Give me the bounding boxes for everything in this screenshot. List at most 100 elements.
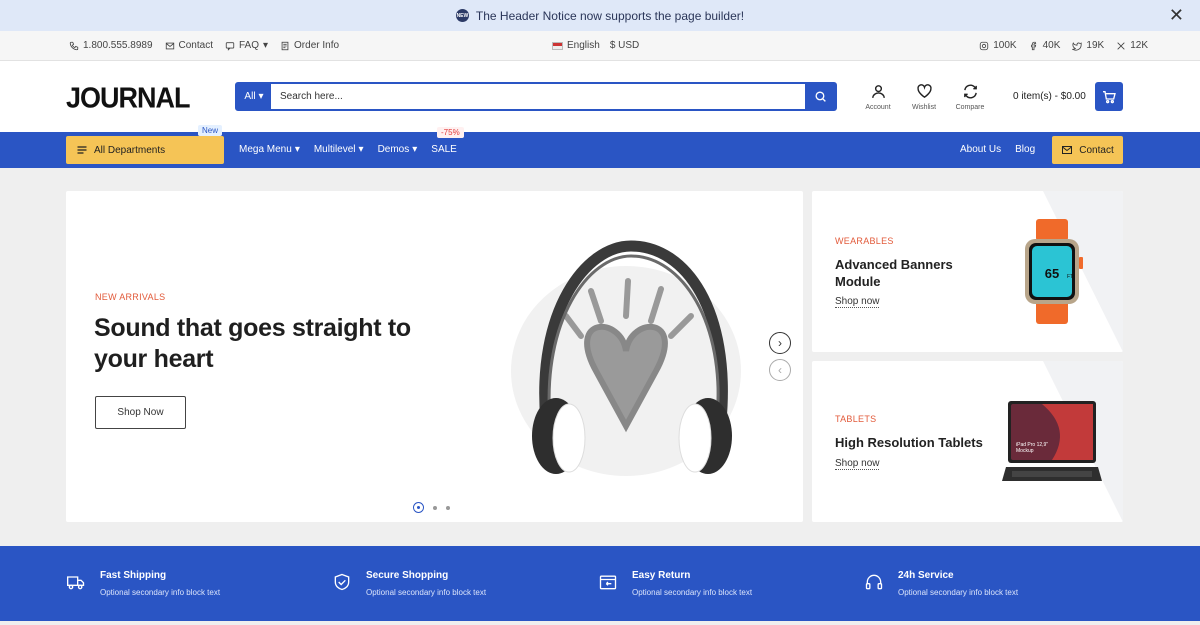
info-block-secure-shopping: Secure Shopping Optional secondary info b… — [332, 570, 486, 597]
hero-headline: Sound that goes straight to your heart — [94, 314, 411, 373]
info-subtitle: Optional secondary info block text — [366, 588, 487, 597]
close-icon[interactable]: ✕ — [1169, 5, 1184, 26]
all-departments-button[interactable]: All Departments — [66, 136, 224, 164]
sale-badge: -75% — [437, 127, 464, 138]
phone-link[interactable]: 1.800.555.8989 — [69, 40, 153, 51]
language-selector[interactable]: English — [552, 40, 600, 51]
header-notice: NEW The Header Notice now supports the p… — [0, 0, 1200, 31]
new-badge-icon: NEW — [455, 9, 469, 22]
account-label: Account — [865, 104, 891, 111]
x-icon — [1117, 41, 1125, 50]
nav-item-demos[interactable]: Demos ▾ — [378, 144, 418, 155]
nav-item-multilevel[interactable]: Multilevel ▾ — [314, 144, 364, 155]
instagram-count: 100K — [993, 40, 1017, 51]
watch-screen-value: 65 — [1045, 266, 1059, 281]
info-title: Easy Return — [632, 570, 691, 581]
search-bar: All ▾ — [235, 82, 837, 111]
search-icon — [814, 91, 826, 102]
mail-icon — [165, 42, 174, 49]
banner-shop-link[interactable]: Shop now — [835, 458, 880, 470]
faq-label: FAQ — [238, 40, 259, 51]
nav-item-blog[interactable]: Blog — [1015, 144, 1035, 155]
contact-label: Contact — [178, 40, 213, 51]
slider-dot[interactable] — [413, 502, 424, 513]
wishlist-label: Wishlist — [911, 104, 937, 111]
search-input[interactable] — [271, 84, 805, 109]
slider-pagination — [413, 502, 450, 513]
document-icon — [281, 41, 289, 50]
x-link[interactable]: 12K — [1116, 40, 1148, 51]
info-title: 24h Service — [898, 570, 954, 581]
banner-shop-link[interactable]: Shop now — [835, 296, 880, 308]
wishlist-button[interactable]: Wishlist — [906, 83, 942, 111]
mail-icon — [1062, 146, 1073, 154]
search-category-label: All — [244, 91, 256, 102]
cart-button[interactable] — [1095, 82, 1123, 111]
nav-item-about-us[interactable]: About Us — [960, 144, 1001, 155]
x-count: 12K — [1130, 40, 1148, 51]
return-box-icon — [599, 575, 617, 590]
banner-category: TABLETS — [835, 414, 877, 424]
nav-item-mega-menu[interactable]: Mega Menu ▾ — [239, 144, 300, 155]
cart-summary[interactable]: 0 item(s) - $0.00 — [1013, 91, 1086, 102]
headphones-image — [511, 240, 741, 476]
slider-prev-button[interactable]: ‹ — [769, 359, 791, 381]
cart-icon — [1103, 90, 1116, 103]
twitter-count: 19K — [1086, 40, 1105, 51]
headset-icon — [865, 574, 883, 590]
watch-screen-unit: FT — [1067, 274, 1073, 280]
top-bar: 1.800.555.8989 Contact FAQ ▾ Order Info … — [0, 31, 1200, 61]
facebook-link[interactable]: 40K — [1029, 40, 1060, 51]
chevron-down-icon: ▾ — [294, 144, 300, 155]
tablets-banner[interactable]: TABLETS High Resolution Tablets Shop now… — [812, 361, 1123, 522]
info-subtitle: Optional secondary info block text — [898, 588, 1019, 597]
order-info-label: Order Info — [294, 40, 340, 51]
site-logo[interactable]: JOURNAL — [66, 82, 191, 115]
instagram-icon — [980, 41, 989, 50]
smartwatch-image: 65 FT — [1025, 219, 1083, 324]
truck-icon — [67, 576, 85, 590]
nav-label: Demos — [377, 144, 410, 155]
chevron-down-icon: ▾ — [358, 144, 364, 155]
order-info-link[interactable]: Order Info — [280, 40, 339, 51]
instagram-link[interactable]: 100K — [979, 40, 1017, 51]
wearables-banner[interactable]: WEARABLES Advanced Banners Module Shop n… — [812, 191, 1123, 352]
info-subtitle: Optional secondary info block text — [100, 588, 221, 597]
user-icon — [871, 85, 885, 98]
slider-next-button[interactable]: › — [769, 332, 791, 354]
shop-now-button[interactable]: Shop Now — [95, 396, 186, 429]
currency-selector[interactable]: $ USD — [610, 40, 639, 51]
nav-item-sale[interactable]: SALE — [431, 144, 457, 155]
compare-button[interactable]: Compare — [952, 83, 988, 111]
slider-dot[interactable] — [433, 505, 437, 510]
chevron-down-icon: ▾ — [412, 144, 418, 155]
contact-link[interactable]: Contact — [165, 40, 213, 51]
main-header: JOURNAL All ▾ Account Wishlist Compare 0… — [0, 61, 1200, 132]
main-nav: All Departments New Mega Menu ▾ Multileve… — [0, 125, 1200, 168]
faq-dropdown[interactable]: FAQ ▾ — [225, 40, 268, 51]
twitter-link[interactable]: 19K — [1072, 40, 1104, 51]
tablet-screen-line-2: Mockup — [1016, 448, 1034, 454]
banner-title: Advanced Banners Module — [835, 257, 953, 289]
info-title: Secure Shopping — [366, 570, 449, 581]
phone-number: 1.800.555.8989 — [83, 40, 153, 51]
chevron-down-icon: ▾ — [263, 40, 269, 51]
slider-dot[interactable] — [446, 505, 450, 510]
account-button[interactable]: Account — [860, 83, 896, 111]
chat-icon — [225, 41, 235, 51]
contact-button-label: Contact — [1079, 144, 1114, 156]
twitter-icon — [1072, 41, 1082, 51]
refresh-icon — [963, 84, 977, 99]
info-title: Fast Shipping — [100, 570, 167, 581]
flag-icon — [552, 41, 563, 50]
phone-icon — [69, 41, 79, 50]
chevron-down-icon: ▾ — [258, 91, 264, 102]
facebook-icon — [1030, 41, 1036, 50]
info-subtitle: Optional secondary info block text — [632, 588, 753, 597]
heart-icon — [916, 84, 932, 99]
hero-slider: NEW ARRIVALS Sound that goes straight to… — [66, 191, 803, 522]
tablet-image: iPad Pro 12,9" Mockup — [1002, 401, 1102, 481]
search-button[interactable] — [805, 84, 835, 109]
contact-button[interactable]: Contact — [1052, 136, 1123, 164]
search-category-dropdown[interactable]: All ▾ — [237, 84, 271, 109]
